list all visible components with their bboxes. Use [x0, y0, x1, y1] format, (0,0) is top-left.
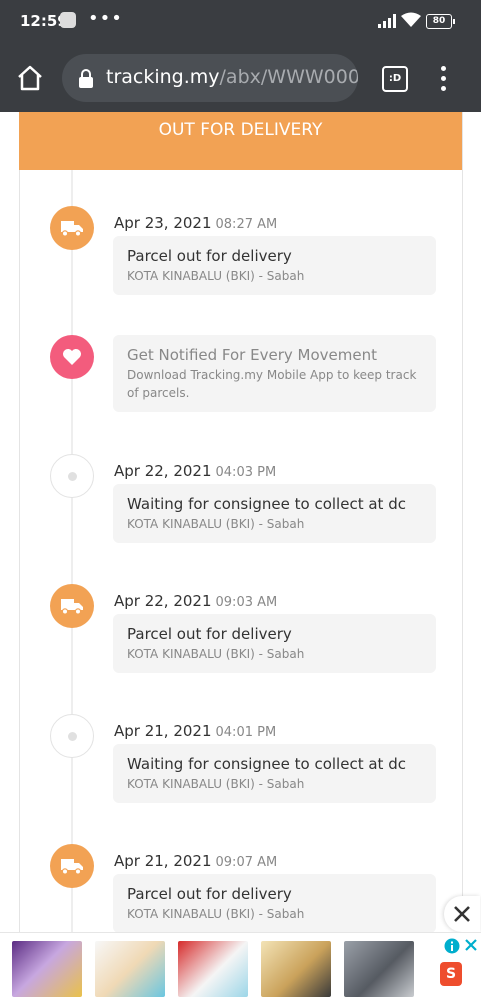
url-text: tracking.my/abx/WWW000	[106, 66, 358, 88]
shop-logo-icon[interactable]: S	[440, 962, 462, 986]
status-bar: 12:59 ••• 80	[0, 0, 481, 44]
truck-icon	[50, 844, 94, 888]
event-details: Parcel out for delivery KOTA KINABALU (B…	[113, 236, 436, 295]
close-icon	[454, 906, 470, 922]
ad-product-image[interactable]	[178, 941, 248, 997]
event-title: Parcel out for delivery	[127, 625, 292, 643]
more-notifications-icon: •••	[88, 8, 123, 29]
event-details: Parcel out for delivery KOTA KINABALU (B…	[113, 614, 436, 673]
ad-product-image[interactable]	[12, 941, 82, 997]
ad-banner[interactable]	[0, 932, 481, 1001]
lock-icon	[79, 69, 93, 88]
event-date: Apr 22, 2021 04:03 PM	[114, 462, 276, 480]
status-banner: OUT FOR DELIVERY	[19, 112, 462, 170]
browser-toolbar: tracking.my/abx/WWW000 :D	[0, 44, 481, 112]
event-time: 09:03 AM	[215, 595, 278, 610]
url-host: tracking.my	[106, 66, 220, 88]
promo-details[interactable]: Get Notified For Every Movement Download…	[113, 335, 436, 412]
event-time: 04:01 PM	[215, 725, 277, 740]
event-location: KOTA KINABALU (BKI) - Sabah	[127, 269, 305, 283]
notification-app-icon	[60, 12, 76, 28]
event-time: 08:27 AM	[215, 217, 278, 232]
truck-icon	[50, 584, 94, 628]
event-date: Apr 23, 2021 08:27 AM	[114, 214, 277, 232]
event-date: Apr 21, 2021 09:07 AM	[114, 852, 277, 870]
event-title: Waiting for consignee to collect at dc	[127, 755, 406, 773]
event-date-text: Apr 22, 2021	[114, 592, 212, 610]
event-details: Waiting for consignee to collect at dc K…	[113, 744, 436, 803]
url-path: /abx/WWW000	[219, 66, 358, 88]
heart-icon	[50, 335, 94, 379]
signal-icon	[378, 14, 396, 28]
event-date: Apr 22, 2021 09:03 AM	[114, 592, 277, 610]
truck-icon	[50, 206, 94, 250]
event-details: Waiting for consignee to collect at dc K…	[113, 484, 436, 543]
wifi-icon	[401, 12, 421, 27]
close-ad-button[interactable]	[444, 896, 480, 932]
event-location: KOTA KINABALU (BKI) - Sabah	[127, 517, 305, 531]
dot-icon	[50, 454, 94, 498]
ad-product-image[interactable]	[261, 941, 331, 997]
dot-icon	[50, 714, 94, 758]
tracking-page: OUT FOR DELIVERY Apr 23, 2021 08:27 AM Pa…	[0, 112, 481, 932]
event-date-text: Apr 23, 2021	[114, 214, 212, 232]
event-location: KOTA KINABALU (BKI) - Sabah	[127, 777, 305, 791]
event-date-text: Apr 22, 2021	[114, 462, 212, 480]
battery-icon: 80	[426, 14, 455, 29]
event-location: KOTA KINABALU (BKI) - Sabah	[127, 647, 305, 661]
event-details: Parcel out for delivery KOTA KINABALU (B…	[113, 874, 436, 932]
promo-title: Get Notified For Every Movement	[127, 346, 377, 364]
ad-close-icon[interactable]	[464, 938, 478, 952]
event-title: Waiting for consignee to collect at dc	[127, 495, 406, 513]
promo-text: Download Tracking.my Mobile App to keep …	[127, 368, 417, 400]
event-date-text: Apr 21, 2021	[114, 722, 212, 740]
address-bar[interactable]: tracking.my/abx/WWW000	[62, 54, 358, 102]
status-banner-title: OUT FOR DELIVERY	[158, 120, 323, 140]
event-date-text: Apr 21, 2021	[114, 852, 212, 870]
event-title: Parcel out for delivery	[127, 885, 292, 903]
event-location: KOTA KINABALU (BKI) - Sabah	[127, 907, 305, 921]
timeline-line	[71, 170, 73, 932]
event-title: Parcel out for delivery	[127, 247, 292, 265]
ad-product-image[interactable]	[95, 941, 165, 997]
home-icon[interactable]	[16, 64, 44, 92]
event-time: 09:07 AM	[215, 855, 278, 870]
event-time: 04:03 PM	[215, 465, 277, 480]
tab-switcher-button[interactable]: :D	[382, 66, 408, 92]
browser-menu-icon[interactable]	[432, 66, 456, 92]
ad-info-icon[interactable]	[444, 938, 460, 954]
event-date: Apr 21, 2021 04:01 PM	[114, 722, 276, 740]
ad-product-image[interactable]	[344, 941, 414, 997]
